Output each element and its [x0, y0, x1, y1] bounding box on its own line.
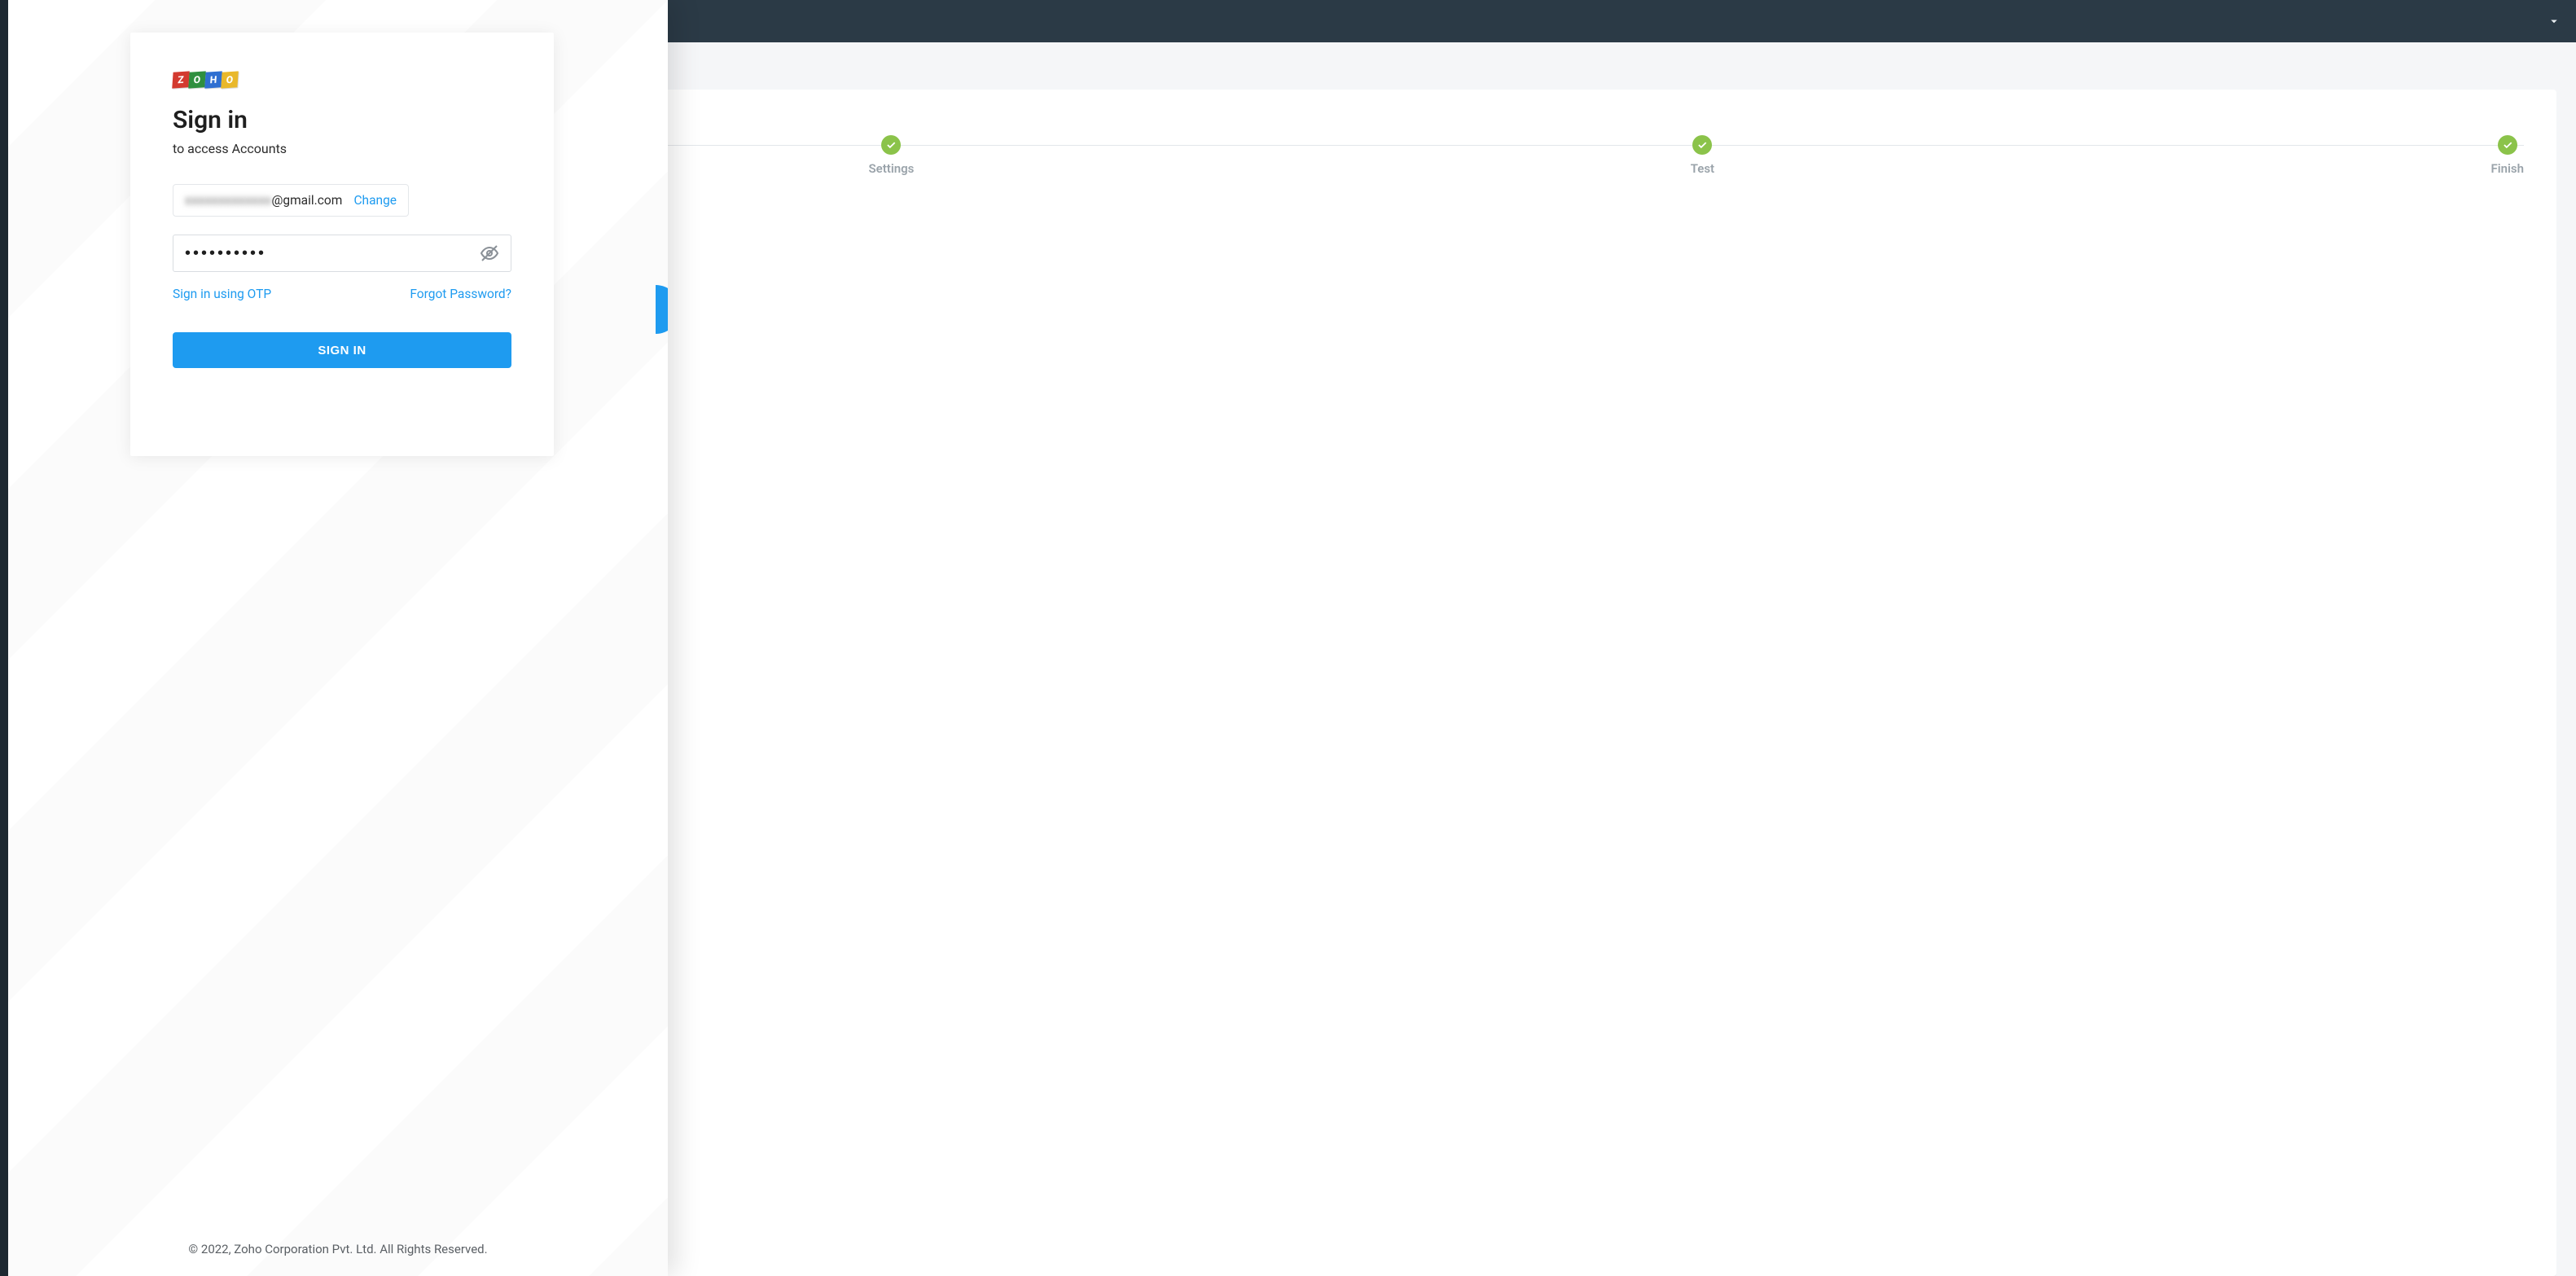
step-test[interactable]: Test [1691, 135, 1714, 176]
zoho-logo-tile: H [204, 71, 222, 88]
zoho-footer: © 2022, Zoho Corporation Pvt. Ltd. All R… [8, 1242, 668, 1256]
email-row: xxxxxxxxxxxxx@gmail.com Change [173, 184, 409, 217]
email-masked: xxxxxxxxxxxxx [185, 193, 271, 208]
zoho-surface: Z O H O Sign in to access Accounts xxxxx… [8, 0, 668, 1276]
check-icon [2498, 135, 2517, 155]
step-finish[interactable]: Finish [2490, 135, 2524, 176]
check-icon [1692, 135, 1712, 155]
signin-otp-link[interactable]: Sign in using OTP [173, 287, 271, 301]
step-label: Finish [2490, 161, 2524, 176]
zoho-logo-tile: O [188, 71, 206, 88]
password-input[interactable] [185, 244, 480, 263]
chevron-down-icon[interactable] [2547, 14, 2561, 29]
left-dark-strip [0, 0, 8, 1276]
zoho-logo-tile: O [221, 71, 239, 88]
email-domain: @gmail.com [271, 193, 342, 208]
drawer-knob[interactable] [656, 285, 668, 334]
step-label: Test [1691, 161, 1714, 176]
zoho-logo: Z O H O [173, 72, 511, 88]
signin-button[interactable]: SIGN IN [173, 332, 511, 368]
signin-title: Sign in [173, 106, 511, 134]
password-row [173, 235, 511, 272]
zoho-signin-card: Z O H O Sign in to access Accounts xxxxx… [130, 33, 554, 456]
links-row: Sign in using OTP Forgot Password? [173, 287, 511, 301]
check-icon [881, 135, 901, 155]
forgot-password-link[interactable]: Forgot Password? [410, 287, 511, 301]
signin-subtitle: to access Accounts [173, 141, 511, 156]
step-label: Settings [869, 161, 915, 176]
eye-icon[interactable] [480, 243, 499, 263]
step-settings[interactable]: Settings [869, 135, 915, 176]
zoho-logo-tile: Z [172, 71, 190, 88]
change-email-link[interactable]: Change [353, 193, 397, 208]
